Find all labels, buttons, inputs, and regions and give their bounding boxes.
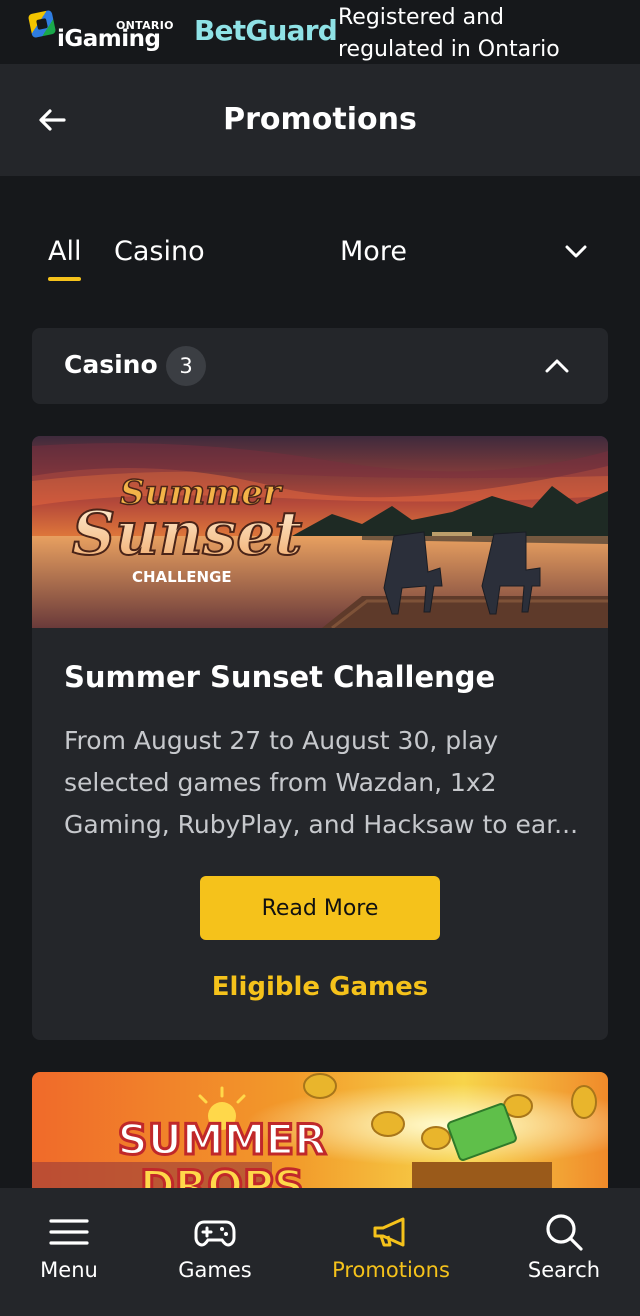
tab-casino[interactable]: Casino — [114, 236, 205, 267]
promo-image-title-main: Sunset — [72, 499, 303, 569]
nav-games-label: Games — [178, 1258, 252, 1282]
more-dropdown-toggle[interactable] — [560, 238, 592, 266]
nav-games[interactable]: Games — [170, 1188, 260, 1316]
read-more-button[interactable]: Read More — [200, 876, 440, 940]
page-title: Promotions — [223, 102, 417, 137]
nav-promotions-label: Promotions — [332, 1258, 450, 1282]
eligible-games-link[interactable]: Eligible Games — [32, 972, 608, 1002]
bottom-navigation: Menu Games Promotions Search — [0, 1188, 640, 1316]
nav-search-label: Search — [527, 1258, 601, 1282]
promo-2-image-title-main: DROPS — [140, 1161, 304, 1190]
nav-menu-label: Menu — [40, 1258, 98, 1282]
igaming-logo-mark — [27, 9, 57, 39]
chevron-down-icon — [565, 245, 587, 258]
promo-category-tabs: All Casino More — [0, 176, 640, 306]
promo-title: Summer Sunset Challenge — [64, 660, 496, 694]
igaming-brand-label: iGaming — [57, 26, 161, 52]
section-title: Casino — [64, 350, 158, 379]
regulator-banner: ONTARIO iGaming BetGuard Registered and … — [0, 0, 640, 64]
megaphone-icon — [373, 1217, 405, 1247]
promo-image-subtitle: CHALLENGE — [132, 568, 232, 586]
nav-search[interactable]: Search — [522, 1188, 606, 1316]
promo-card-2[interactable]: SUMMER DROPS — [32, 1072, 608, 1190]
page-header: Promotions — [0, 64, 640, 176]
tab-more[interactable]: More — [340, 236, 407, 267]
chevron-up-icon — [545, 359, 569, 373]
promo-banner-image-2: SUMMER DROPS — [32, 1072, 608, 1190]
betguard-logo: BetGuard — [194, 14, 338, 47]
nav-promotions[interactable]: Promotions — [326, 1188, 456, 1316]
collapse-toggle[interactable] — [542, 352, 572, 380]
regulation-line-2: regulated in Ontario — [338, 37, 560, 62]
regulation-notice: Registered and regulated in Ontario — [338, 2, 638, 66]
igaming-ontario-logo: ONTARIO iGaming — [27, 9, 173, 56]
promo-banner-image: Summer Sunset CHALLENGE — [32, 436, 608, 628]
promo-description: From August 27 to August 30, play select… — [64, 726, 579, 839]
tab-all[interactable]: All — [48, 236, 82, 281]
gamepad-icon — [194, 1220, 236, 1247]
promo-card: Summer Sunset CHALLENGE Summer Sunset Ch… — [32, 436, 608, 1040]
regulation-line-1: Registered and — [338, 5, 504, 30]
promo-2-image-title-top: SUMMER — [118, 1115, 327, 1164]
hamburger-icon — [49, 1219, 89, 1245]
nav-menu[interactable]: Menu — [26, 1188, 112, 1316]
casino-section-header[interactable]: Casino 3 — [32, 328, 608, 404]
search-icon — [546, 1214, 583, 1251]
count-badge: 3 — [166, 346, 206, 386]
